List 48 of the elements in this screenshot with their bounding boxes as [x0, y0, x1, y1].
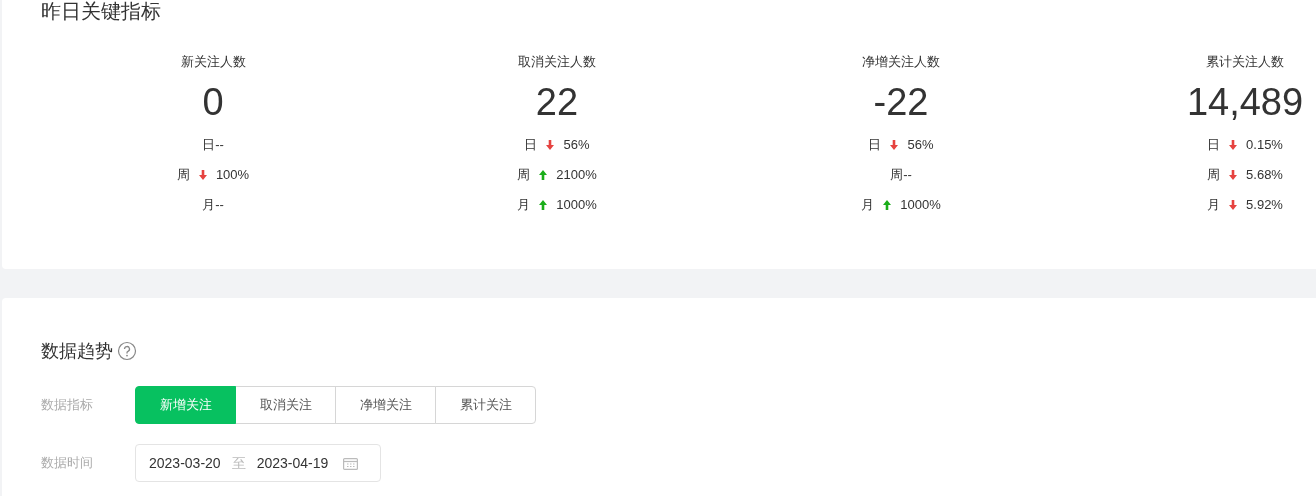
metric-value: 22 — [535, 80, 579, 124]
metric-tab[interactable]: 净增关注 — [335, 386, 436, 424]
metric-label: 累计关注人数 — [1206, 53, 1284, 71]
metric-label: 取消关注人数 — [518, 53, 596, 71]
period-label: 日 — [868, 136, 882, 155]
change-value: 周-- — [890, 166, 912, 185]
period-label: 周 — [517, 166, 531, 185]
change-value: 5.68% — [1246, 166, 1283, 185]
change-value: 5.92% — [1246, 196, 1283, 215]
field-label: 数据指标 — [41, 396, 94, 415]
period-label: 日 — [524, 136, 538, 155]
change-value: 0.15% — [1246, 136, 1283, 155]
metric-value: 0 — [202, 80, 224, 124]
metric-value: 14,489 — [1186, 80, 1304, 124]
change-value: 100% — [215, 166, 250, 185]
change-value: 1000% — [900, 196, 941, 215]
field-label: 数据时间 — [41, 454, 94, 473]
help-icon[interactable] — [117, 341, 137, 361]
period-label: 月 — [517, 196, 531, 215]
calendar-icon[interactable] — [343, 456, 359, 470]
change-value: 月-- — [202, 196, 224, 215]
down-arrow-icon — [1229, 200, 1238, 210]
up-arrow-icon — [883, 200, 892, 210]
change-value: 日-- — [202, 136, 224, 155]
period-label: 月 — [861, 196, 875, 215]
change-value: 2100% — [556, 166, 597, 185]
metric-label: 新关注人数 — [180, 53, 246, 71]
down-arrow-icon — [1229, 170, 1238, 180]
down-arrow-icon — [890, 140, 899, 150]
period-label: 日 — [1207, 136, 1221, 155]
change-value: 1000% — [556, 196, 597, 215]
change-value: 56% — [907, 136, 934, 155]
metric-tab[interactable]: 取消关注 — [235, 386, 336, 424]
period-label: 周 — [176, 166, 190, 185]
period-label: 月 — [1207, 196, 1221, 215]
down-arrow-icon — [546, 140, 555, 150]
down-arrow-icon — [1229, 140, 1238, 150]
down-arrow-icon — [198, 170, 207, 180]
period-label: 周 — [1207, 166, 1221, 185]
metric-value: -22 — [873, 80, 929, 124]
change-value: 56% — [563, 136, 590, 155]
metric-label: 净增关注人数 — [862, 53, 940, 71]
metric-tab[interactable]: 累计关注 — [435, 386, 536, 424]
up-arrow-icon — [539, 200, 548, 210]
date-range-field[interactable]: 2023-03-20 至 2023-04-19 — [135, 444, 381, 482]
up-arrow-icon — [539, 170, 548, 180]
section-title: 数据趋势 — [41, 340, 113, 363]
section-title: 昨日关键指标 — [41, 0, 161, 24]
